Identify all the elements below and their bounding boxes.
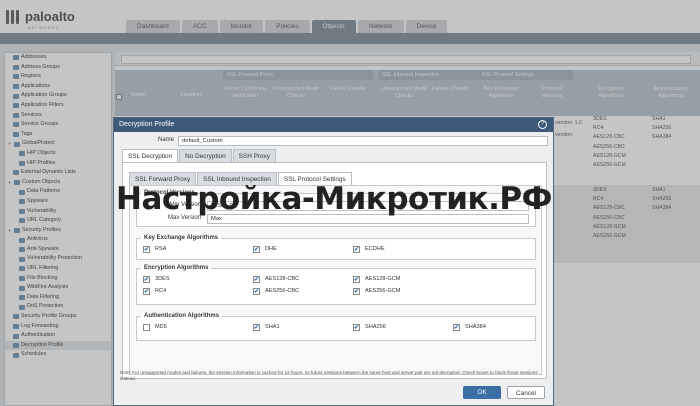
3des-label: 3DES [155,276,170,282]
tab-ssh-proxy[interactable]: SSH Proxy [232,149,276,162]
aes256-gcm-checkbox[interactable]: ✔ [353,288,360,295]
rc4-label: RC4 [155,288,167,294]
aes128-gcm-label: AES128-GCM [365,276,401,282]
dialog-title-text: Decryption Profile [119,121,175,128]
ecdhe-label: ECDHE [365,246,385,252]
dhe-label: DHE [265,246,277,252]
encryption-title: Encryption Algorithms [141,265,212,271]
tab-ssl-decryption[interactable]: SSL Decryption [122,149,179,162]
name-field[interactable]: default_Custom [178,136,548,146]
encryption-group: Encryption Algorithms ✔ 3DES ✔ AES128-CBC ✔ A… [136,265,536,305]
sha1-checkbox[interactable]: ✔ [253,324,260,331]
dialog-title: Decryption Profile ? [114,118,553,132]
dhe-checkbox[interactable]: ✔ [253,246,260,253]
aes128-cbc-checkbox[interactable]: ✔ [253,276,260,283]
ok-button[interactable]: OK [463,386,501,399]
aes128-cbc-label: AES128-CBC [265,276,300,282]
authentication-title: Authentication Algorithms [141,313,223,319]
aes128-gcm-checkbox[interactable]: ✔ [353,276,360,283]
sha384-label: SHA384 [465,324,486,330]
rsa-label: RSA [155,246,167,252]
key-exchange-group: Key Exchange Algorithms ✔ RSA ✔ DHE ✔ ECDHE [136,235,536,260]
aes256-cbc-checkbox[interactable]: ✔ [253,288,260,295]
ecdhe-checkbox[interactable]: ✔ [353,246,360,253]
rsa-checkbox[interactable]: ✔ [143,246,150,253]
cancel-button[interactable]: Cancel [507,386,545,399]
dialog-tabs: SSL Decryption No Decryption SSH Proxy [122,149,276,162]
md5-label: MD5 [155,324,167,330]
authentication-group: Authentication Algorithms MD5 ✔ SHA1 ✔ SHA25… [136,313,536,341]
rc4-checkbox[interactable]: ✔ [143,288,150,295]
help-icon[interactable]: ? [538,120,547,129]
aes256-cbc-label: AES256-CBC [265,288,300,294]
md5-checkbox[interactable] [143,324,150,331]
session-cache-note: Note: For unsupported modes and failures… [120,370,538,381]
aes256-gcm-label: AES256-GCM [365,288,401,294]
sha256-checkbox[interactable]: ✔ [353,324,360,331]
watermark-text: Настройка-Микротик.РФ [116,181,552,217]
tab-no-decryption[interactable]: No Decryption [179,149,232,162]
name-label: Name [157,137,174,143]
3des-checkbox[interactable]: ✔ [143,276,150,283]
decryption-profile-dialog: Decryption Profile ? Name default_Custom… [113,117,554,406]
sha1-label: SHA1 [265,324,280,330]
sha384-checkbox[interactable]: ✔ [453,324,460,331]
sha256-label: SHA256 [365,324,386,330]
key-exchange-title: Key Exchange Algorithms [141,235,222,241]
